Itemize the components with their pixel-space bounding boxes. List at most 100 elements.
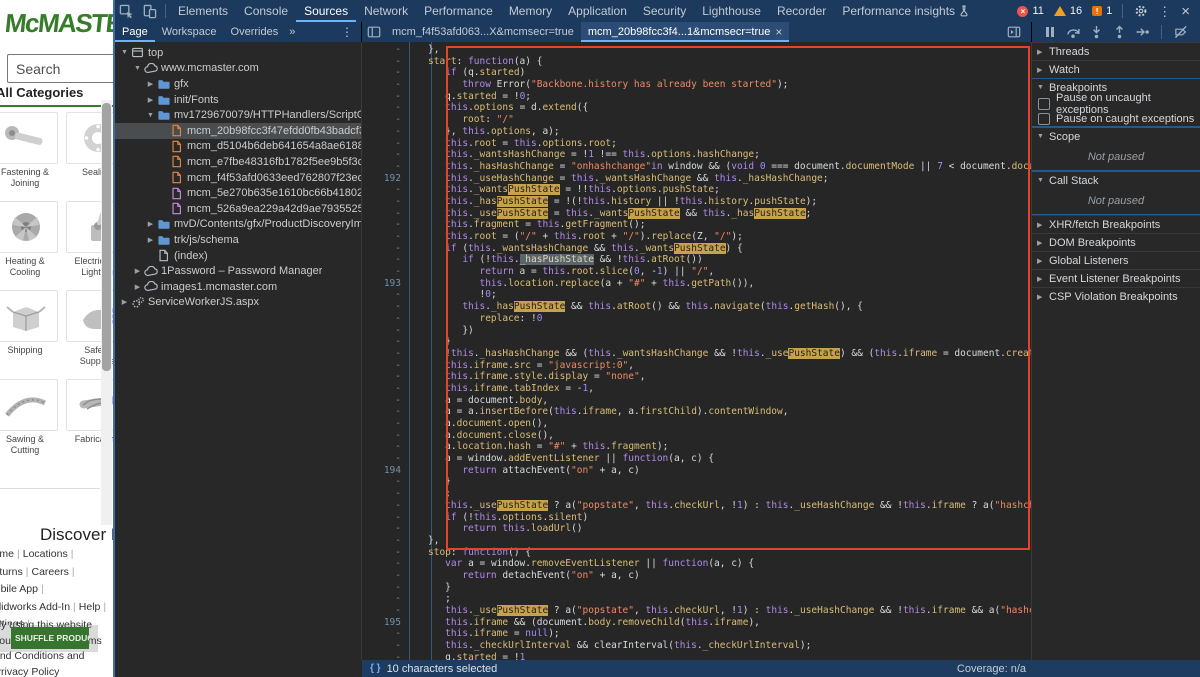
tree-item[interactable]: ▼www.mcmaster.com (115, 61, 361, 77)
line-number-gutter[interactable]: - (362, 289, 410, 301)
device-toolbar-icon[interactable] (141, 3, 158, 19)
code-line[interactable]: 194 return attachEvent("on" + a, c) (362, 465, 1031, 477)
line-number-gutter[interactable]: - (362, 254, 410, 266)
line-number-gutter[interactable]: - (362, 313, 410, 325)
tree-item[interactable]: mcm_20b98fcc3f47efdd0fb43badcf3551d (115, 123, 361, 139)
code-line[interactable]: - this._hasPushState && this.atRoot() &&… (362, 301, 1031, 313)
more-tabs-chevron-icon[interactable]: » (285, 26, 299, 38)
footer-link[interactable]: Returns (0, 566, 23, 578)
code-line[interactable]: -start: function(a) { (362, 56, 1031, 68)
tree-item[interactable]: mcm_d5104b6deb641654a8ae6188fb1416 (115, 139, 361, 155)
tree-item[interactable]: ▶init/Fonts (115, 92, 361, 108)
code-line[interactable]: - throw Error("Backbone.history has alre… (362, 79, 1031, 91)
tab-lighthouse[interactable]: Lighthouse (694, 0, 769, 22)
footer-link[interactable]: Locations (23, 548, 68, 560)
tab-memory[interactable]: Memory (501, 0, 560, 22)
navigator-kebab-icon[interactable]: ⋮ (341, 25, 361, 39)
tree-item[interactable]: mcm_5e270b635e1610bc66b418022ed6f4 (115, 185, 361, 201)
pause-icon[interactable] (1042, 24, 1058, 40)
code-line[interactable]: - this._checkUrlInterval && clearInterva… (362, 640, 1031, 652)
line-number-gutter[interactable]: - (362, 266, 410, 278)
line-number-gutter[interactable]: - (362, 488, 410, 500)
line-number-gutter[interactable]: - (362, 348, 410, 360)
code-line[interactable]: - if (!this._hasPushState && !this.atRoo… (362, 254, 1031, 266)
code-line[interactable]: - } (362, 582, 1031, 594)
line-number-gutter[interactable]: - (362, 67, 410, 79)
line-number-gutter[interactable]: - (362, 430, 410, 442)
line-number-gutter[interactable]: - (362, 535, 410, 547)
pretty-print-icon[interactable]: { } (362, 663, 387, 674)
code-editor[interactable]: -},-start: function(a) {- if (q.started)… (362, 42, 1032, 660)
code-line[interactable]: - this.iframe.tabIndex = -1, (362, 383, 1031, 395)
code-line[interactable]: - ; (362, 488, 1031, 500)
step-over-icon[interactable] (1065, 24, 1081, 40)
footer-link[interactable]: Mobile App (0, 583, 38, 595)
code-line[interactable]: - !0; (362, 289, 1031, 301)
code-line[interactable]: - if (!this.options.silent) (362, 512, 1031, 524)
line-number-gutter[interactable]: - (362, 336, 410, 348)
sidebar-section-threads[interactable]: ▶Threads (1032, 42, 1200, 60)
shuffle-products-button[interactable]: SHUFFLE PRODUCTS (11, 627, 89, 649)
line-number-gutter[interactable]: - (362, 628, 410, 640)
line-number-gutter[interactable]: - (362, 301, 410, 313)
category-tile[interactable]: Sawing & Cutting (0, 379, 56, 456)
code-line[interactable]: - a.document.open(), (362, 418, 1031, 430)
code-line[interactable]: 192 this._useHashChange = this._wantsHas… (362, 173, 1031, 185)
chevron-right-icon[interactable]: ▶ (132, 283, 143, 291)
code-line[interactable]: - this._hasHashChange = "onhashchange"in… (362, 161, 1031, 173)
line-number-gutter[interactable]: - (362, 406, 410, 418)
code-line[interactable]: - this._usePushState ? a("popstate", thi… (362, 605, 1031, 617)
site-logo[interactable]: McMASTER-CARR (3, 8, 113, 39)
line-number-gutter[interactable]: - (362, 640, 410, 652)
line-number-gutter[interactable]: - (362, 208, 410, 220)
code-line[interactable]: - this._wantsHashChange = !1 !== this.op… (362, 149, 1031, 161)
footer-link[interactable]: Home (0, 548, 14, 560)
code-line[interactable]: - return this.loadUrl() (362, 523, 1031, 535)
chevron-right-icon[interactable]: ▶ (119, 298, 130, 306)
sidebar-section-dom-breakpoints[interactable]: ▶DOM Breakpoints (1032, 233, 1200, 251)
line-number-gutter[interactable]: - (362, 500, 410, 512)
code-line[interactable]: - return detachEvent("on" + a, c) (362, 570, 1031, 582)
tab-recorder[interactable]: Recorder (769, 0, 834, 22)
sidebar-section-scope[interactable]: ▼Scope (1032, 127, 1200, 145)
code-line[interactable]: - return a = this.root.slice(0, -1) || "… (362, 266, 1031, 278)
search-input[interactable]: Search (7, 54, 113, 83)
code-line[interactable]: - this._usePushState = this._wantsPushSt… (362, 208, 1031, 220)
tree-item[interactable]: ▶1Password – Password Manager (115, 263, 361, 279)
line-number-gutter[interactable]: - (362, 512, 410, 524)
line-number-gutter[interactable]: - (362, 418, 410, 430)
file-tab[interactable]: mcm_20b98fcc3f4...1&mcmsecr=true× (581, 22, 790, 42)
close-devtools-icon[interactable]: × (1177, 4, 1194, 19)
tree-item[interactable]: (index) (115, 248, 361, 264)
file-tab[interactable]: mcm_f4f53afd063...X&mcmsecr=true (385, 22, 581, 42)
category-tile[interactable]: Shipping (0, 290, 56, 367)
line-number-gutter[interactable]: - (362, 570, 410, 582)
checkbox-unchecked-icon[interactable] (1038, 113, 1050, 125)
tree-item[interactable]: ▼top (115, 45, 361, 61)
tab-network[interactable]: Network (356, 0, 416, 22)
chevron-right-icon[interactable]: ▶ (145, 220, 156, 228)
line-number-gutter[interactable]: 193 (362, 278, 410, 290)
code-line[interactable]: - if (this._wantsHashChange && this._wan… (362, 243, 1031, 255)
line-number-gutter[interactable]: - (362, 605, 410, 617)
issues-badge[interactable]: !1 (1092, 5, 1112, 17)
line-number-gutter[interactable]: - (362, 243, 410, 255)
line-number-gutter[interactable]: 195 (362, 617, 410, 629)
line-number-gutter[interactable]: - (362, 79, 410, 91)
chevron-down-icon[interactable]: ▼ (145, 112, 156, 119)
tree-item[interactable]: mcm_526a9ea229a42d9ae7935525e23c3 (115, 201, 361, 217)
navigator-tab-workspace[interactable]: Workspace (155, 22, 224, 42)
tree-item[interactable]: ▶ServiceWorkerJS.aspx (115, 295, 361, 311)
line-number-gutter[interactable]: - (362, 149, 410, 161)
line-number-gutter[interactable]: - (362, 219, 410, 231)
deactivate-breakpoints-icon[interactable] (1173, 24, 1189, 40)
code-line[interactable]: - this._hasPushState = !(!this.history |… (362, 196, 1031, 208)
site-scrollbar[interactable] (101, 100, 112, 525)
line-number-gutter[interactable]: - (362, 56, 410, 68)
code-line[interactable]: - } (362, 476, 1031, 488)
tab-console[interactable]: Console (236, 0, 296, 22)
line-number-gutter[interactable]: 194 (362, 465, 410, 477)
sidebar-section-watch[interactable]: ▶Watch (1032, 60, 1200, 78)
line-number-gutter[interactable]: - (362, 371, 410, 383)
line-number-gutter[interactable]: - (362, 231, 410, 243)
